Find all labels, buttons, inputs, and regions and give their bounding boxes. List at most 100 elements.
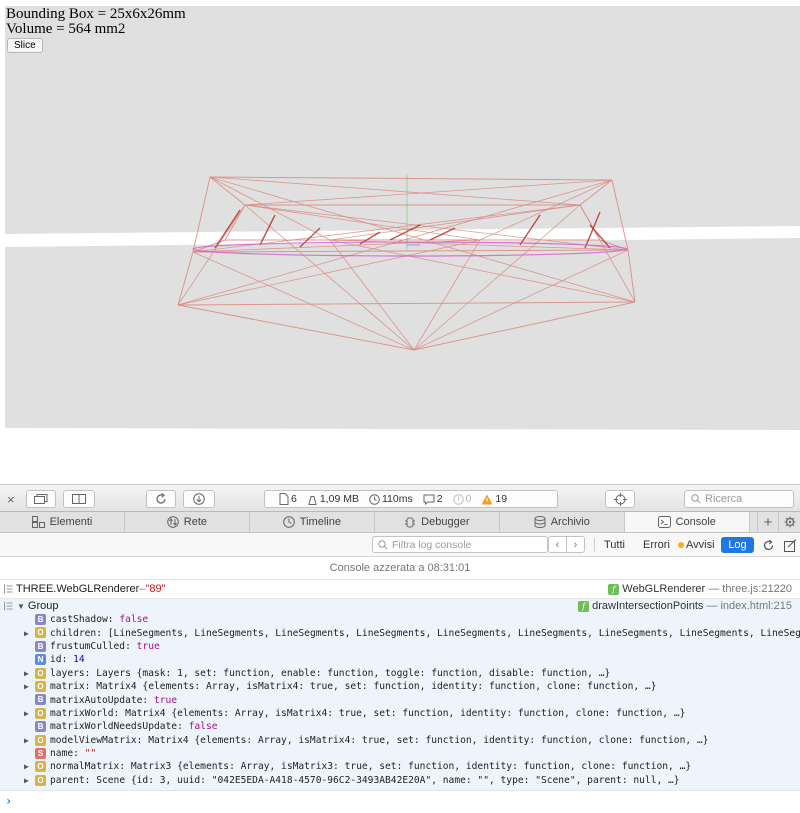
elements-icon — [31, 516, 45, 528]
console-icon — [657, 516, 671, 528]
crosshair-icon[interactable] — [605, 490, 635, 508]
gear-icon[interactable] — [778, 512, 800, 532]
tab-elementi[interactable]: Elementi — [0, 512, 125, 532]
property-key: layers — [50, 667, 85, 679]
reload-icon[interactable] — [146, 490, 176, 508]
log-source-link[interactable]: f WebGLRenderer — three.js:21220 — [608, 583, 792, 595]
devtools-tabbar: Elementi Rete Timeline Debugger Archivio… — [0, 512, 800, 533]
document-icon — [279, 493, 289, 505]
console-prompt[interactable]: › — [0, 791, 800, 811]
disclosure-triangle-icon[interactable]: ▼ — [17, 602, 25, 611]
property-key: children — [50, 627, 97, 639]
weight-icon — [308, 495, 317, 505]
filter-log[interactable]: Log — [721, 537, 754, 553]
property-key: matrixWorld — [50, 707, 114, 719]
prompt-chevron-icon: › — [5, 794, 13, 808]
speech-bubble-icon — [423, 494, 435, 505]
expand-triangle-icon[interactable]: ▶ — [24, 669, 29, 678]
clock-icon — [369, 493, 380, 505]
property-value: Matrix4 {elements: Array, isMatrix4: tru… — [148, 734, 709, 746]
type-badge: S — [35, 747, 46, 759]
function-icon: f — [608, 583, 620, 595]
search-icon — [691, 494, 701, 504]
load-time[interactable]: 110ms — [369, 493, 413, 505]
property-key: frustumCulled — [50, 640, 126, 652]
type-badge: O — [35, 734, 46, 746]
add-tab-icon[interactable]: + — [756, 512, 779, 532]
preserve-log-icon[interactable] — [782, 537, 798, 553]
filter-search-icon — [378, 539, 388, 549]
resources-size[interactable]: 1,09 MB — [307, 493, 359, 505]
type-badge: B — [35, 694, 46, 706]
property-key: modelViewMatrix — [50, 734, 137, 746]
expand-triangle-icon[interactable]: ▶ — [24, 709, 29, 718]
type-badge: O — [35, 707, 46, 719]
errors-count[interactable]: 0 — [452, 493, 471, 505]
property-value: true — [136, 640, 160, 652]
property-row[interactable]: ▶ Olayers: Layers {mask: 1, set: function… — [0, 667, 800, 680]
console-filter-bar: Filtra log console ‹ › Tutti Errori Avvi… — [0, 533, 800, 557]
search-input[interactable]: Ricerca — [684, 490, 794, 508]
bounding-box-label: Bounding Box = 25x6x26mm — [6, 6, 186, 22]
log-renderer-name: THREE.WebGLRenderer — [16, 583, 140, 595]
expand-triangle-icon[interactable]: ▶ — [24, 629, 29, 638]
undock-icon[interactable] — [26, 490, 56, 508]
expand-triangle-icon[interactable]: ▶ — [24, 762, 29, 771]
download-icon[interactable] — [183, 490, 215, 508]
logs-count[interactable]: 2 — [423, 493, 443, 505]
property-value: true — [153, 694, 178, 706]
filter-warnings[interactable]: Avvisi — [678, 538, 715, 552]
type-badge: N — [35, 654, 46, 666]
expand-triangle-icon[interactable]: ▶ — [24, 736, 29, 745]
tab-debugger[interactable]: Debugger — [375, 512, 500, 532]
storage-icon — [534, 516, 546, 528]
resources-count[interactable]: 6 — [279, 493, 297, 505]
property-row: Sname: "" — [0, 747, 800, 760]
property-value: false — [119, 614, 149, 626]
timeline-icon — [282, 516, 295, 528]
filter-all[interactable]: Tutti — [604, 538, 625, 552]
plane-upper — [5, 6, 800, 234]
property-row[interactable]: ▶ OnormalMatrix: Matrix3 {elements: Array… — [0, 760, 800, 773]
property-key: normalMatrix — [50, 761, 120, 773]
filter-log-input[interactable]: Filtra log console — [372, 536, 548, 553]
filter-navigation: ‹ › — [548, 536, 585, 553]
filter-errors[interactable]: Errori — [643, 538, 670, 552]
property-row[interactable]: ▶ OmatrixWorld: Matrix4 {elements: Array,… — [0, 707, 800, 720]
property-key: castShadow — [50, 614, 108, 626]
group-source-link[interactable]: f drawIntersectionPoints — index.html:21… — [578, 600, 792, 612]
chevron-right-icon[interactable]: › — [566, 537, 584, 552]
scene-canvas[interactable] — [0, 0, 800, 484]
property-row[interactable]: ▶ Omatrix: Matrix4 {elements: Array, isMa… — [0, 680, 800, 693]
property-row: BmatrixAutoUpdate: true — [0, 693, 800, 706]
property-key: matrixAutoUpdate — [50, 694, 143, 706]
tab-rete[interactable]: Rete — [125, 512, 250, 532]
log-row-renderer[interactable]: THREE.WebGLRenderer – "89" f WebGLRender… — [0, 580, 800, 599]
chevron-left-icon[interactable]: ‹ — [549, 537, 566, 552]
slice-button[interactable]: Slice — [7, 38, 43, 53]
expand-triangle-icon[interactable]: ▶ — [24, 682, 29, 691]
property-value: false — [188, 721, 218, 733]
property-value: "" — [84, 748, 97, 760]
property-key: id — [50, 654, 62, 666]
tab-timeline[interactable]: Timeline — [250, 512, 375, 532]
property-row[interactable]: ▶ Oparent: Scene {id: 3, uuid: "042E5EDA-… — [0, 774, 800, 787]
expand-triangle-icon[interactable]: ▶ — [24, 776, 29, 785]
property-row: BmatrixWorldNeedsUpdate: false — [0, 720, 800, 733]
group-properties: BcastShadow: false ▶ Ochildren: [LineSegme… — [0, 613, 800, 787]
tab-archivio[interactable]: Archivio — [500, 512, 625, 532]
close-icon[interactable]: × — [7, 490, 15, 508]
tab-console[interactable]: Console — [624, 512, 750, 532]
clear-console-icon[interactable] — [760, 537, 776, 553]
log-group-header[interactable]: ▼ Group f drawIntersectionPoints — index… — [0, 599, 800, 613]
warnings-count[interactable]: 19 — [481, 493, 507, 505]
property-row[interactable]: ▶ OmodelViewMatrix: Matrix4 {elements: Ar… — [0, 734, 800, 747]
plane-lower — [5, 238, 800, 430]
property-row[interactable]: ▶ Ochildren: [LineSegments, LineSegments,… — [0, 626, 800, 639]
dock-side-icon[interactable] — [63, 490, 95, 508]
webgl-viewport[interactable]: Bounding Box = 25x6x26mm Volume = 564 mm… — [0, 0, 800, 484]
divider — [594, 538, 595, 552]
activity-viewer[interactable]: 6 1,09 MB 110ms 2 0 19 — [264, 490, 558, 508]
log-gutter-icon — [4, 601, 13, 611]
property-key: parent — [50, 774, 85, 786]
